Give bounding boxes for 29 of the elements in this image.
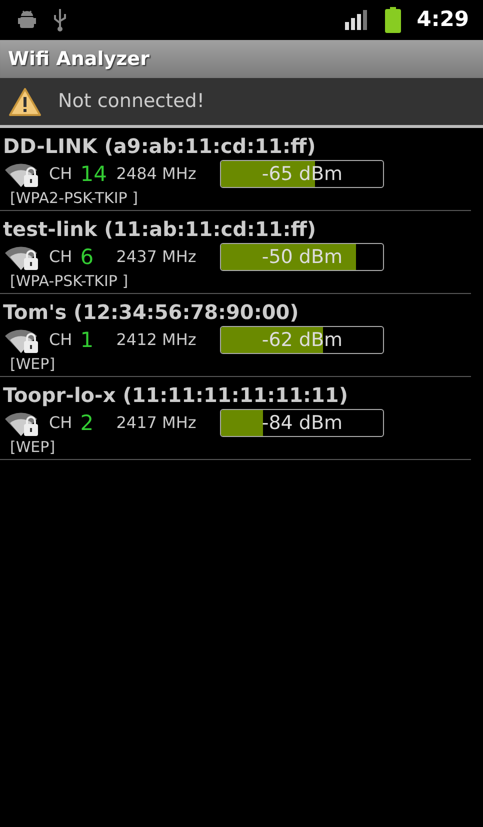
network-name[interactable]: test-link (11:ab:11:cd:11:ff) xyxy=(3,215,471,243)
network-name[interactable]: DD-LINK (a9:ab:11:cd:11:ff) xyxy=(3,132,471,160)
signal-icon xyxy=(344,10,369,30)
channel-label: CH xyxy=(49,412,72,434)
channel-label: CH xyxy=(49,329,72,351)
status-message: Not connected! xyxy=(58,89,204,114)
frequency: 2417 MHz xyxy=(116,412,198,434)
security-type: [WEP] xyxy=(9,437,56,457)
android-icon xyxy=(18,10,36,30)
security-type: [WEP] xyxy=(9,354,56,374)
battery-icon xyxy=(384,7,401,33)
warning-icon xyxy=(8,86,42,116)
window-title: Wifi Analyzer xyxy=(8,46,150,72)
channel-number: 1 xyxy=(80,330,95,350)
security-type: [WPA2-PSK-TKIP ] xyxy=(9,188,139,208)
frequency: 2412 MHz xyxy=(116,329,198,351)
channel-label: CH xyxy=(49,246,72,268)
security-type: [WPA-PSK-TKIP ] xyxy=(9,271,130,291)
signal-reading: -50 dBm xyxy=(262,244,343,270)
frequency: 2437 MHz xyxy=(116,246,198,268)
network-name[interactable]: Toopr-lo-x (11:11:11:11:11:11) xyxy=(3,381,471,409)
clock-time: 4:29 xyxy=(416,6,469,34)
channel-number: 6 xyxy=(80,246,95,268)
channel-label: CH xyxy=(49,163,72,185)
usb-icon xyxy=(52,8,68,32)
frequency: 2484 MHz xyxy=(116,163,198,185)
network-name[interactable]: Tom's (12:34:56:78:90:00) xyxy=(3,298,471,326)
channel-number: 14 xyxy=(80,164,108,184)
channel-number: 2 xyxy=(80,412,95,434)
